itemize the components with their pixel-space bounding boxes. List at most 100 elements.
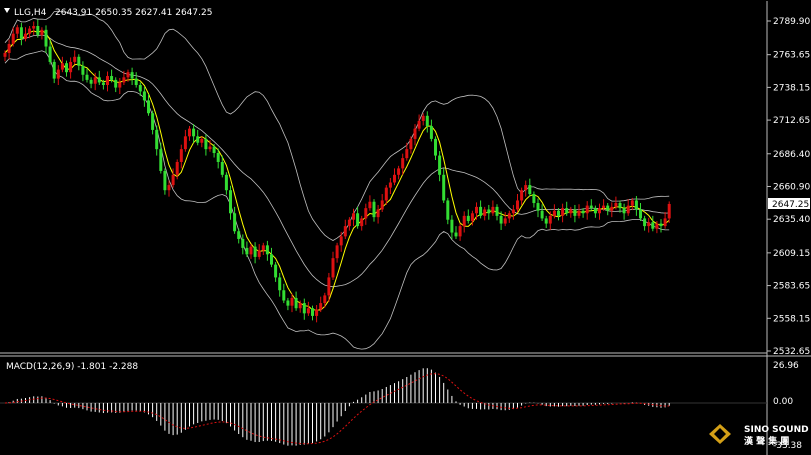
price-tick-label: 2532.65 [773,347,810,357]
candle-body [306,308,310,314]
candle-body [286,300,290,306]
candle-body [278,277,282,291]
candle-body [647,222,651,227]
candle-body [290,297,294,306]
candle-body [491,206,495,214]
candle-body [302,303,306,314]
candle-body [561,208,565,216]
candle-body [565,208,569,214]
candle-body [458,226,462,237]
candle-body [438,155,442,175]
candle-body [606,205,610,211]
candle-body [589,205,593,209]
candle-body [237,231,241,239]
candle-body [89,79,93,84]
candle-body [434,138,437,156]
macd-tick-zero: 0.00 [773,397,793,407]
candle-body [499,215,503,224]
candle-body [573,209,577,216]
candle-body [532,194,536,204]
candle-body [347,219,351,227]
candle-body [659,223,663,227]
candle-body [48,46,52,62]
candle-body [167,185,171,191]
candle-body [93,77,97,84]
candle-body [364,208,368,219]
candle-body [36,26,40,35]
candle-body [282,290,286,301]
candle-body [40,29,44,35]
candle-body [520,190,524,201]
macd-label: MACD(12,26,9) -1.801 -2.288 [6,362,138,372]
candle-body [503,218,507,224]
candle-body [28,28,32,34]
candle-body [241,238,245,248]
candle-body [159,149,163,171]
candle-body [298,303,302,309]
candle-body [24,33,27,39]
candle-body [126,72,130,78]
candle-body [425,115,429,127]
candle-body [540,210,544,219]
candle-body [19,27,23,39]
candle-body [643,218,647,227]
candle-body [274,264,278,278]
candle-body [52,61,56,79]
candle-body [212,146,216,153]
candle-body [409,138,413,150]
candle-body [196,136,200,143]
candle-body [417,120,421,129]
candle-body [315,309,319,316]
candle-body [483,209,487,216]
candle-body [466,215,470,221]
candle-body [393,174,396,183]
candle-body [138,85,142,92]
candle-body [114,79,118,88]
price-tick-label: 2558.15 [773,314,810,324]
candle-body [331,258,335,278]
candle-body [655,223,659,229]
candle-body [311,308,314,316]
candle-body [224,174,228,191]
candle-body [667,203,671,219]
candle-body [581,210,585,214]
candle-body [65,63,68,73]
chart-svg: 2789.90 2763.65 2738.15 2712.65 2686.40 2660.… [0,0,811,455]
candle-body [204,138,208,150]
candle-body [602,205,606,209]
candle-body [110,76,114,80]
candle-body [630,200,634,206]
candle-body [442,174,446,201]
candle-body [585,205,589,214]
candle-body [171,174,175,186]
candle-body [147,100,150,114]
candle-body [454,232,458,237]
candle-body [335,245,339,259]
candle-body [60,63,64,70]
candle-body [220,161,224,175]
candle-body [462,215,466,227]
candle-body [618,203,622,209]
macd-tick-top: 26.96 [773,361,799,371]
candle-body [388,182,392,188]
chart-background [0,0,811,455]
candle-body [151,113,155,130]
candle-body [106,76,109,86]
candle-body [429,126,433,139]
candle-body [421,115,425,121]
candle-body [384,187,388,201]
candle-body [593,208,597,214]
candle-body [216,153,220,162]
candle-body [257,250,261,257]
candle-body [155,129,159,150]
candle-body [622,208,626,214]
price-tick-label: 2583.65 [773,282,810,292]
candle-body [372,201,376,218]
candle-body [142,91,146,101]
candle-body [3,52,7,57]
candle-body [179,149,183,162]
candle-body [270,254,273,265]
candle-body [101,82,105,86]
candle-body [15,27,19,34]
current-price-label: 2647.25 [772,200,809,210]
